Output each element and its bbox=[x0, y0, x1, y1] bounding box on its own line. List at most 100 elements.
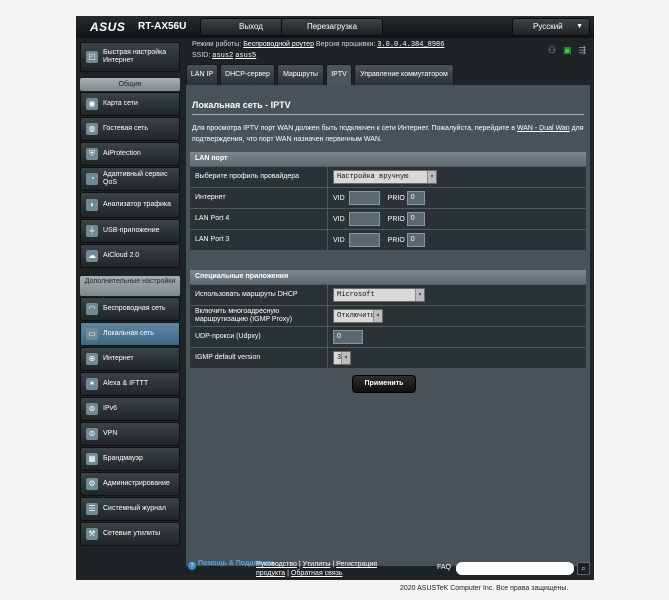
copyright: 2020 ASUSTeK Computer Inc. Все права защ… bbox=[400, 585, 569, 592]
tab-dhcp-server[interactable]: DHCP-сервер bbox=[220, 64, 275, 85]
special-apps-section: Специальные приложения Использовать марш… bbox=[190, 270, 586, 368]
vid-input[interactable] bbox=[348, 233, 380, 247]
prio-label: PRIO bbox=[387, 236, 405, 244]
info-row-ssid: SSID: asus2 asus5 bbox=[192, 52, 256, 60]
traffic-analyzer-icon: ◗ bbox=[86, 199, 98, 211]
prio-input[interactable]: 0 bbox=[406, 212, 425, 226]
faq-search-input[interactable] bbox=[456, 562, 574, 575]
faq-label: FAQ bbox=[437, 564, 452, 571]
chevron-down-icon: ▼ bbox=[576, 23, 583, 30]
sidebar-item-label: USB-приложение bbox=[103, 227, 160, 234]
sidebar-item-lan[interactable]: ▭ Локальная сеть bbox=[80, 322, 180, 346]
guest-network-icon: ◍ bbox=[86, 123, 98, 135]
igmp-version-row: IGMP default version 3 ▾ bbox=[190, 347, 586, 368]
vid-input[interactable] bbox=[348, 212, 380, 226]
tab-lan-ip[interactable]: LAN IP bbox=[186, 64, 218, 85]
sidebar-item-label: AiProtection bbox=[103, 150, 141, 157]
model-name: RT-AX56U bbox=[138, 21, 187, 32]
vid-input[interactable] bbox=[348, 191, 380, 205]
igmp-version-select[interactable]: 3 ▾ bbox=[333, 351, 351, 365]
tab-routes[interactable]: Маршруты bbox=[277, 64, 324, 85]
apply-button[interactable]: Применить bbox=[352, 375, 416, 393]
footer: ? Помощь & Поддержка Руководство | Утили… bbox=[76, 558, 594, 580]
divider bbox=[192, 114, 584, 115]
sidebar-item-aicloud[interactable]: ☁ AiCloud 2.0 bbox=[80, 244, 180, 268]
wan-dual-wan-link[interactable]: WAN - Dual Wan bbox=[517, 125, 570, 132]
provider-profile-select[interactable]: Настройка вручную ▾ bbox=[333, 170, 437, 184]
sidebar-item-network-map[interactable]: ◉ Карта сети bbox=[80, 92, 180, 116]
quick-setup-icon: ◰ bbox=[86, 51, 98, 63]
utility-link[interactable]: Утилиты bbox=[303, 561, 331, 568]
dhcp-routes-select[interactable]: Microsoft ▾ bbox=[333, 288, 425, 302]
vid-label: VID bbox=[333, 194, 345, 202]
sidebar-item-aiprotection[interactable]: ⛨ AiProtection bbox=[80, 142, 180, 166]
network-map-icon: ◉ bbox=[86, 98, 98, 110]
main-content: Локальная сеть - IPTV Для просмотра IPTV… bbox=[186, 85, 590, 566]
sidebar-item-label: Гостевая сеть bbox=[103, 125, 149, 132]
internet-vlan-row: Интернет VID PRIO 0 bbox=[190, 187, 586, 208]
reboot-button[interactable]: Перезагрузка bbox=[281, 18, 383, 36]
sidebar-header-advanced: Дополнительные настройки bbox=[80, 276, 180, 296]
manual-link[interactable]: Руководство bbox=[256, 561, 297, 568]
sidebar-header-general: Общие bbox=[80, 78, 180, 91]
vpn-icon: ⊜ bbox=[86, 428, 98, 440]
sidebar-item-label: Брандмауэр bbox=[103, 455, 143, 462]
sidebar-item-administration[interactable]: ⚙ Администрирование bbox=[80, 472, 180, 496]
sidebar-item-wireless[interactable]: ◠ Беспроводная сеть bbox=[80, 297, 180, 321]
prio-input[interactable]: 0 bbox=[406, 191, 425, 205]
info-row-mode: Режим работы: Беспроводной роутер Версия… bbox=[192, 41, 444, 49]
clients-icon[interactable]: ⚇ bbox=[548, 45, 556, 56]
firewall-icon: ▦ bbox=[86, 453, 98, 465]
tab-switch-control[interactable]: Управление коммутатором bbox=[354, 64, 454, 85]
tab-iptv[interactable]: IPTV bbox=[326, 64, 352, 85]
select-value: Настройка вручную bbox=[337, 173, 409, 181]
administration-icon: ⚙ bbox=[86, 478, 98, 490]
prio-input[interactable]: 0 bbox=[406, 233, 425, 247]
wan-icon: ⊕ bbox=[86, 353, 98, 365]
ipv6-icon: ⊚ bbox=[86, 403, 98, 415]
section-header: Специальные приложения bbox=[190, 270, 586, 284]
vid-label: VID bbox=[333, 215, 345, 223]
sidebar-item-network-tools[interactable]: ⚒ Сетевые утилиты bbox=[80, 522, 180, 546]
sidebar-item-ipv6[interactable]: ⊚ IPv6 bbox=[80, 397, 180, 421]
usb-status-icon[interactable]: ⇶ bbox=[578, 45, 586, 56]
page-description: Для просмотра IPTV порт WAN должен быть … bbox=[192, 123, 584, 145]
lan-port-section: LAN порт Выберите профиль провайдера Нас… bbox=[190, 152, 586, 250]
sidebar-item-system-log[interactable]: ☰ Системный журнал bbox=[80, 497, 180, 521]
igmp-version-label: IGMP default version bbox=[195, 354, 261, 361]
network-tools-icon: ⚒ bbox=[86, 528, 98, 540]
dhcp-routes-label: Использовать маршруты DHCP bbox=[195, 291, 298, 298]
top-bar: ASUS RT-AX56U Выход Перезагрузка Русский… bbox=[76, 16, 594, 38]
feedback-link[interactable]: Обратная связь bbox=[291, 570, 343, 577]
sidebar-item-quick-setup[interactable]: ◰ Быстрая настройка Интернет bbox=[80, 42, 180, 72]
udpxy-row: UDP-прокси (Udpxy) 0 bbox=[190, 326, 586, 347]
internet-status-icon[interactable]: ▣ bbox=[563, 45, 572, 56]
wireless-icon: ◠ bbox=[86, 303, 98, 315]
sidebar-item-traffic-analyzer[interactable]: ◗ Анализатор трафика bbox=[80, 192, 180, 218]
sidebar-item-label: Системный журнал bbox=[103, 505, 166, 512]
select-value: Microsoft bbox=[337, 291, 375, 299]
chevron-down-icon: ▾ bbox=[415, 289, 424, 301]
sidebar-item-alexa[interactable]: ✶ Alexa & IFTTT bbox=[80, 372, 180, 396]
mode-link[interactable]: Беспроводной роутер bbox=[243, 41, 314, 48]
language-select[interactable]: Русский ▼ bbox=[512, 18, 590, 36]
sidebar-item-firewall[interactable]: ▦ Брандмауэр bbox=[80, 447, 180, 471]
ssid-link-1[interactable]: asus2 bbox=[212, 52, 233, 60]
usb-icon: ⏚ bbox=[86, 225, 98, 237]
sidebar-item-usb[interactable]: ⏚ USB-приложение bbox=[80, 219, 180, 243]
igmp-proxy-row: Включить многоадресную маршрутизацию (IG… bbox=[190, 305, 586, 326]
row-label: LAN Port 4 bbox=[195, 215, 230, 222]
sidebar-item-vpn[interactable]: ⊜ VPN bbox=[80, 422, 180, 446]
sidebar-item-qos[interactable]: ◔ Адаптивный сервис QoS bbox=[80, 167, 180, 191]
search-icon[interactable]: ⌕ bbox=[577, 562, 590, 575]
router-admin-frame: ASUS RT-AX56U Выход Перезагрузка Русский… bbox=[76, 16, 594, 580]
alexa-icon: ✶ bbox=[86, 378, 98, 390]
firmware-link[interactable]: 3.0.0.4.384_8986 bbox=[377, 41, 444, 49]
sidebar-item-wan[interactable]: ⊕ Интернет bbox=[80, 347, 180, 371]
udpxy-input[interactable]: 0 bbox=[333, 330, 363, 344]
sidebar-item-label: Alexa & IFTTT bbox=[103, 380, 149, 387]
igmp-proxy-select[interactable]: Отключить ▾ bbox=[333, 309, 383, 323]
ssid-link-2[interactable]: asus5 bbox=[235, 52, 256, 60]
sidebar-item-label: Карта сети bbox=[103, 100, 138, 107]
sidebar-item-guest-network[interactable]: ◍ Гостевая сеть bbox=[80, 117, 180, 141]
